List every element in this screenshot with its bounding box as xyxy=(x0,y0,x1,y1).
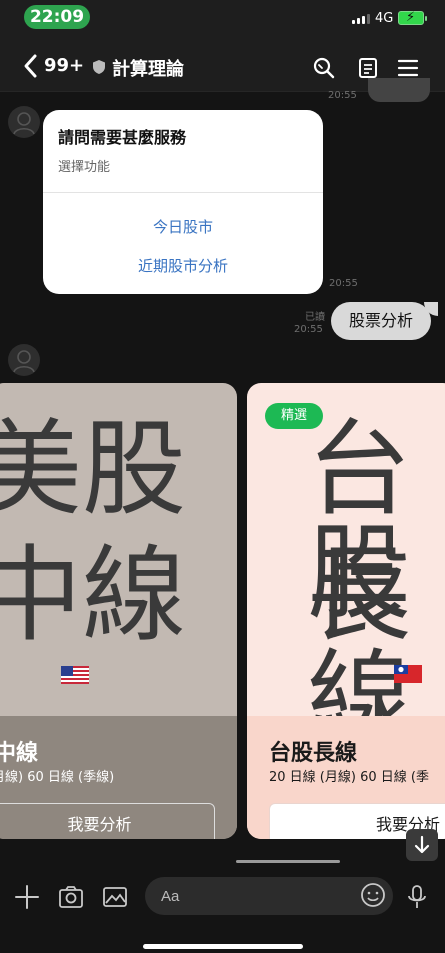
option-recent-analysis[interactable]: 近期股市分析 xyxy=(43,255,323,276)
taiwan-flag-icon xyxy=(394,665,422,683)
message-time: 20:55 xyxy=(328,90,357,101)
avatar-person-icon xyxy=(13,350,35,373)
card-name: 台股長線 xyxy=(269,741,358,766)
card-subtitle: 選擇功能 xyxy=(58,160,111,175)
status-time: 22:09 xyxy=(24,5,90,29)
arrow-down-icon xyxy=(414,835,430,854)
bubble-time: 20:55 xyxy=(294,324,323,335)
message-input-bar xyxy=(0,865,445,953)
signal-icon xyxy=(352,14,370,24)
card-hero-image: 美股 中線 xyxy=(0,383,237,716)
card-desc: 20 日線 (月線) 60 日線 (季 xyxy=(269,770,429,785)
scroll-down-button[interactable] xyxy=(406,829,438,861)
message-input[interactable] xyxy=(145,877,393,915)
card-time: 20:55 xyxy=(329,278,358,289)
image-icon[interactable] xyxy=(101,883,129,911)
hero-text-line2: 中線 xyxy=(0,534,187,656)
card-desc: 月線) 60 日線 (季線) xyxy=(0,770,115,785)
microphone-icon[interactable] xyxy=(403,883,431,911)
service-menu-card: 請問需要甚麼服務 選擇功能 今日股市 近期股市分析 xyxy=(43,110,323,294)
carousel-card-tw-long[interactable]: 精選 台股 長線 台股長線 20 日線 (月線) 60 日線 (季 我要分析 xyxy=(247,383,445,839)
hero-text-line1: 美股 xyxy=(0,408,187,530)
home-indicator xyxy=(143,944,303,949)
unread-count[interactable]: 99+ xyxy=(44,55,84,76)
bot-avatar[interactable] xyxy=(8,344,40,376)
card-name: 中線 xyxy=(0,741,39,766)
chat-title: 計算理論 xyxy=(112,59,184,80)
card-divider xyxy=(43,192,323,193)
menu-icon[interactable] xyxy=(396,56,420,80)
previous-message-bubble xyxy=(368,78,430,102)
plus-icon[interactable] xyxy=(13,883,41,911)
status-bar: 22:09 4G ⚡ xyxy=(0,0,445,40)
hero-text-line2: 長線 xyxy=(307,534,412,716)
read-receipt: 已讀 xyxy=(305,312,325,323)
user-message-bubble[interactable]: 股票分析 xyxy=(331,302,431,340)
camera-icon[interactable] xyxy=(57,883,85,911)
analyze-button[interactable]: 我要分析 xyxy=(0,803,215,839)
battery-icon: ⚡ xyxy=(398,10,427,25)
card-hero-image: 精選 台股 長線 xyxy=(247,383,445,716)
us-flag-icon xyxy=(61,666,89,684)
network-type: 4G xyxy=(375,11,394,26)
carousel-card-us-mid[interactable]: 美股 中線 中線 月線) 60 日線 (季線) 我要分析 xyxy=(0,383,237,839)
shield-icon xyxy=(93,60,105,74)
carousel-scroll-indicator xyxy=(236,860,340,863)
card-title: 請問需要甚麼服務 xyxy=(58,128,187,147)
emoji-icon[interactable] xyxy=(359,881,387,909)
option-today-stock[interactable]: 今日股市 xyxy=(43,216,323,237)
search-icon[interactable] xyxy=(312,56,336,80)
bot-avatar[interactable] xyxy=(8,106,40,138)
avatar-person-icon xyxy=(13,112,35,135)
note-icon[interactable] xyxy=(356,56,380,80)
